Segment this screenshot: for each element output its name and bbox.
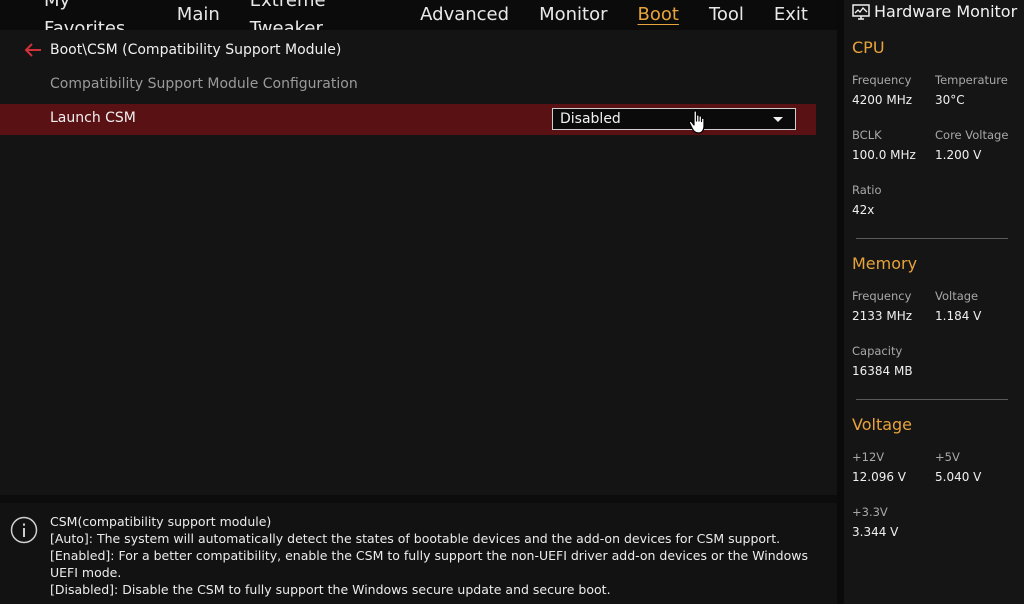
cpu-heading: CPU <box>852 38 885 57</box>
help-line: [Enabled]: For a better compatibility, e… <box>50 548 809 580</box>
memory-frequency-label: Frequency <box>852 289 912 303</box>
cpu-core-voltage-value: 1.200 V <box>935 148 982 162</box>
voltage-heading: Voltage <box>852 415 913 434</box>
voltage-5v-label: +5V <box>935 450 960 464</box>
page-subtitle: Compatibility Support Module Configurati… <box>50 76 358 92</box>
select-value: Disabled <box>560 111 621 127</box>
cpu-bclk-label: BCLK <box>852 128 882 142</box>
memory-capacity-label: Capacity <box>852 344 903 358</box>
tab-main[interactable]: Main <box>177 1 220 29</box>
launch-csm-select[interactable]: Disabled <box>552 108 796 130</box>
cpu-ratio-value: 42x <box>852 203 875 217</box>
monitor-icon <box>852 3 870 20</box>
hardware-monitor-title: Hardware Monitor <box>874 2 1018 21</box>
cpu-bclk-value: 100.0 MHz <box>852 148 916 162</box>
voltage-3v3-value: 3.344 V <box>852 525 899 539</box>
help-line: CSM(compatibility support module) <box>50 514 272 529</box>
voltage-12v-value: 12.096 V <box>852 470 907 484</box>
cpu-core-voltage-label: Core Voltage <box>935 128 1009 142</box>
tab-monitor[interactable]: Monitor <box>539 1 607 29</box>
cpu-ratio-label: Ratio <box>852 183 882 197</box>
memory-heading: Memory <box>852 254 918 273</box>
help-text: CSM(compatibility support module) [Auto]… <box>50 513 837 598</box>
help-panel: CSM(compatibility support module) [Auto]… <box>0 503 837 604</box>
hardware-monitor-header: Hardware Monitor <box>852 2 1017 21</box>
top-nav: My Favorites Main Extreme Tweaker Advanc… <box>0 0 838 39</box>
back-arrow-icon[interactable] <box>24 43 42 57</box>
hand-pointer-icon <box>688 110 710 136</box>
chevron-down-icon <box>773 117 783 122</box>
help-line: [Disabled]: Disable the CSM to fully sup… <box>50 582 611 597</box>
voltage-5v-value: 5.040 V <box>935 470 982 484</box>
sidebar-gap <box>837 0 844 604</box>
tab-tool[interactable]: Tool <box>709 1 744 29</box>
section-divider <box>856 238 1008 239</box>
help-line: [Auto]: The system will automatically de… <box>50 531 781 546</box>
setting-label: Launch CSM <box>50 110 136 126</box>
main-panel: Boot\CSM (Compatibility Support Module) … <box>0 30 837 495</box>
cpu-frequency-label: Frequency <box>852 73 912 87</box>
panel-divider <box>0 495 837 503</box>
cpu-temperature-value: 30°C <box>935 93 965 107</box>
voltage-3v3-label: +3.3V <box>852 505 888 519</box>
tab-exit[interactable]: Exit <box>774 1 808 29</box>
hardware-monitor-panel: Hardware Monitor CPU Frequency 4200 MHz … <box>844 0 1024 604</box>
memory-voltage-label: Voltage <box>935 289 979 303</box>
cpu-frequency-value: 4200 MHz <box>852 93 913 107</box>
breadcrumb-path: Boot\CSM (Compatibility Support Module) <box>50 42 342 58</box>
tab-advanced[interactable]: Advanced <box>420 1 509 29</box>
memory-frequency-value: 2133 MHz <box>852 309 913 323</box>
memory-capacity-value: 16384 MB <box>852 364 913 378</box>
memory-voltage-value: 1.184 V <box>935 309 982 323</box>
section-divider <box>856 399 1008 400</box>
voltage-12v-label: +12V <box>852 450 885 464</box>
cpu-temperature-label: Temperature <box>935 73 1008 87</box>
info-icon <box>10 516 38 544</box>
breadcrumb: Boot\CSM (Compatibility Support Module) <box>24 42 341 58</box>
tab-boot[interactable]: Boot <box>638 1 679 29</box>
